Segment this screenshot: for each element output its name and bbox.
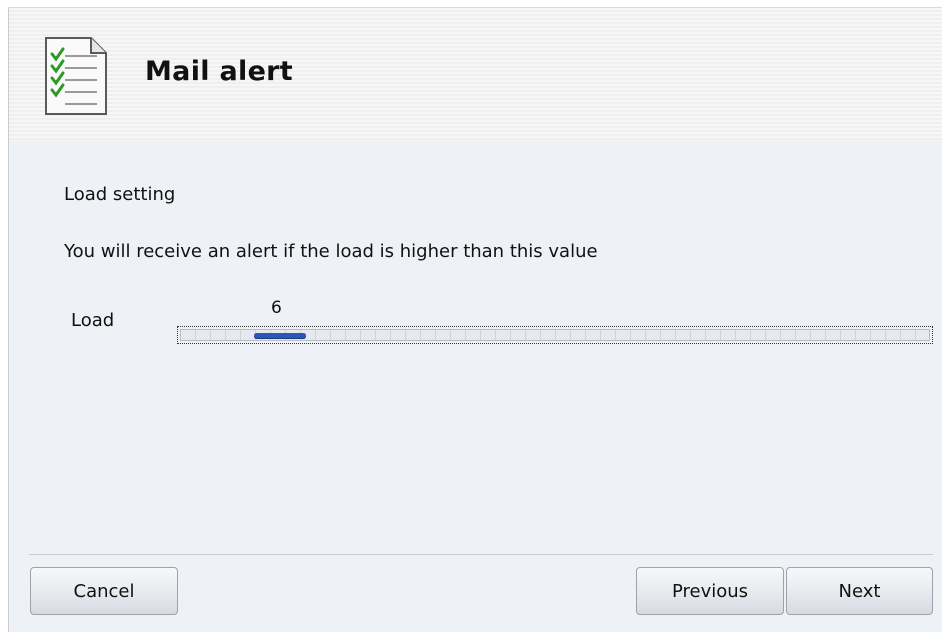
load-slider-value: 6 <box>271 298 282 318</box>
button-separator <box>29 554 933 555</box>
load-slider-groove[interactable] <box>180 329 930 341</box>
load-label: Load <box>71 310 115 331</box>
previous-button[interactable]: Previous <box>636 567 784 615</box>
header-banner: Mail alert <box>9 8 942 141</box>
checklist-document-icon <box>45 37 107 115</box>
page-title: Mail alert <box>145 56 294 87</box>
cancel-button[interactable]: Cancel <box>30 567 178 615</box>
next-button[interactable]: Next <box>786 567 933 615</box>
description-text: You will receive an alert if the load is… <box>64 241 598 262</box>
load-slider[interactable] <box>177 326 933 344</box>
load-slider-handle[interactable] <box>254 333 306 338</box>
wizard-window: Mail alert Load setting You will receive… <box>8 7 942 632</box>
section-title: Load setting <box>64 184 176 205</box>
